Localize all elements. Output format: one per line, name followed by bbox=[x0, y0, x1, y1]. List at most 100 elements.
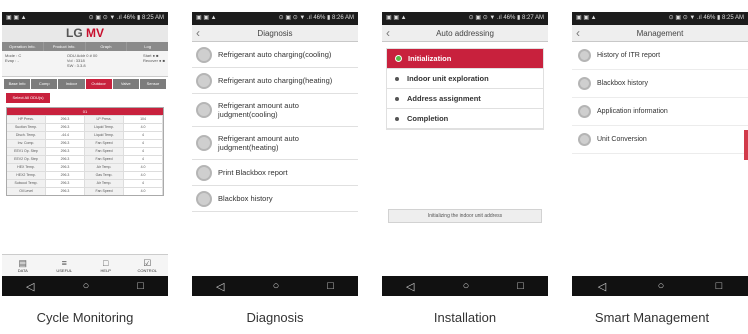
status-icons-left: ▣ ▣ ▲ bbox=[386, 15, 407, 21]
bottom-tab-help[interactable]: □ HELP bbox=[88, 258, 124, 273]
tab-operation-info[interactable]: Operation Info. bbox=[2, 42, 43, 51]
print-icon bbox=[196, 164, 212, 181]
table-row: EEV1 Op. Step 296.3 Fan Speed 4 bbox=[7, 147, 163, 155]
nav-home-icon[interactable]: ○ bbox=[83, 280, 90, 292]
title-bar: ‹ Management bbox=[572, 25, 748, 42]
tab-sensor[interactable]: Sensor bbox=[139, 79, 167, 89]
bottom-tab-data[interactable]: ▤ DATA bbox=[5, 258, 41, 273]
table-row: EEV2 Op. Step 296.3 Fan Speed 4 bbox=[7, 155, 163, 163]
status-bar: ▣ ▣ ▲ ⊙ ▣ ⊙ ▼ .ıl 46% ▮ 8:25 AM bbox=[2, 12, 168, 25]
list-item-judgment-heating[interactable]: Refrigerant amount auto judgment(heating… bbox=[192, 127, 358, 160]
progress-status-text: Initializing the indoor unit address bbox=[388, 209, 542, 223]
nav-recent-icon[interactable]: □ bbox=[327, 280, 334, 292]
list-item-label: History of ITR report bbox=[597, 52, 661, 59]
phone-screen-auto-addressing: ▣ ▣ ▲ ⊙ ▣ ⊙ ▼ .ıl 46% ▮ 8:27 AM ‹ Auto a… bbox=[382, 12, 548, 296]
list-item-label: Refrigerant amount auto judgment(heating… bbox=[218, 134, 299, 152]
bottom-tab-useful[interactable]: ≡ USEFUL bbox=[46, 258, 82, 273]
caption-smart-management: Smart Management bbox=[594, 310, 710, 325]
table-row: HEX2 Temp. 296.3 Gas Temp. 4.0 bbox=[7, 171, 163, 179]
status-icons-left: ▣ ▣ ▲ bbox=[6, 15, 27, 21]
bullet-icon bbox=[395, 116, 399, 121]
page-title: Diagnosis bbox=[257, 29, 293, 38]
refrigerant-icon bbox=[196, 102, 212, 118]
conversion-icon bbox=[578, 133, 591, 146]
status-icons-right: ⊙ ▣ ⊙ ▼ .ıl 46% ▮ 8:25 AM bbox=[668, 15, 744, 21]
phone-screen-management: ▣ ▣ ▲ ⊙ ▣ ⊙ ▼ .ıl 46% ▮ 8:25 AM ‹ Manage… bbox=[572, 12, 748, 296]
tab-indoor[interactable]: Indoor bbox=[58, 79, 85, 89]
summary-unit: ODU Addr 0 # 00 Vol : 3318 SW : 3.3.8 bbox=[66, 53, 98, 68]
tab-outdoor[interactable]: Outdoor bbox=[85, 79, 112, 89]
list-item-label: Application information bbox=[597, 108, 668, 115]
refrigerant-icon bbox=[196, 72, 212, 89]
title-bar: ‹ Diagnosis bbox=[192, 25, 358, 42]
back-arrow-icon[interactable]: ‹ bbox=[576, 25, 580, 42]
lg-multi-v-logo: LG MV bbox=[2, 25, 168, 42]
list-item-itr-history[interactable]: History of ITR report bbox=[572, 42, 748, 70]
tab-product-info[interactable]: Product Info. bbox=[43, 42, 85, 51]
menu-icon: ≡ bbox=[61, 258, 67, 268]
table-row: Oil Level 296.3 Fan Speed 4.0 bbox=[7, 187, 163, 195]
step-indoor-unit-exploration: Indoor unit exploration bbox=[387, 69, 543, 89]
table-row: Inv. Comp. 296.3 Fan Speed 4 bbox=[7, 139, 163, 147]
phone-screen-cycle-monitoring: ▣ ▣ ▲ ⊙ ▣ ⊙ ▼ .ıl 46% ▮ 8:25 AM LG MV Op… bbox=[2, 12, 168, 296]
sub-tabs: Base Info Comp Indoor Outdoor Valve Sens… bbox=[4, 79, 167, 89]
list-item-judgment-cooling[interactable]: Refrigerant amount auto judgment(cooling… bbox=[192, 94, 358, 127]
summary-mode: Mode : C Evap : - bbox=[5, 53, 22, 63]
nav-home-icon[interactable]: ○ bbox=[658, 280, 665, 292]
side-panel-edge bbox=[744, 130, 748, 160]
status-bar: ▣ ▣ ▲ ⊙ ▣ ⊙ ▼ .ıl 46% ▮ 8:27 AM bbox=[382, 12, 548, 25]
bullet-icon bbox=[395, 76, 399, 81]
step-initialization: Initialization bbox=[387, 49, 543, 69]
diagnosis-list: Refrigerant auto charging(cooling) Refri… bbox=[192, 42, 358, 276]
list-item-unit-conversion[interactable]: Unit Conversion bbox=[572, 126, 748, 154]
list-item-label: Blackbox history bbox=[597, 80, 648, 87]
blackbox-icon bbox=[196, 190, 212, 207]
list-item-blackbox-history[interactable]: Blackbox history bbox=[572, 70, 748, 98]
list-item-label: Unit Conversion bbox=[597, 136, 647, 143]
title-bar: ‹ Auto addressing bbox=[382, 25, 548, 42]
logo-lg: LG bbox=[65, 26, 83, 40]
list-item-application-info[interactable]: Application information bbox=[572, 98, 748, 126]
nav-recent-icon[interactable]: □ bbox=[137, 280, 144, 292]
tab-graph[interactable]: Graph bbox=[85, 42, 127, 51]
status-bar: ▣ ▣ ▲ ⊙ ▣ ⊙ ▼ .ıl 46% ▮ 8:25 AM bbox=[572, 12, 748, 25]
list-item-print-blackbox[interactable]: Print Blackbox report bbox=[192, 160, 358, 186]
android-nav-bar: ◁ ○ □ bbox=[572, 276, 748, 296]
logo-mv: MV bbox=[86, 26, 104, 40]
nav-back-icon[interactable]: ◁ bbox=[406, 280, 414, 293]
tab-base-info[interactable]: Base Info bbox=[4, 79, 31, 89]
list-item-blackbox-history[interactable]: Blackbox history bbox=[192, 186, 358, 212]
back-arrow-icon[interactable]: ‹ bbox=[386, 25, 390, 42]
monitoring-table: 01 HP Press. 296.3 LP Press. 104 Suction Te… bbox=[6, 107, 164, 196]
list-item-label: Blackbox history bbox=[218, 194, 273, 203]
android-nav-bar: ◁ ○ □ bbox=[192, 276, 358, 296]
nav-recent-icon[interactable]: □ bbox=[517, 280, 524, 292]
nav-home-icon[interactable]: ○ bbox=[463, 280, 470, 292]
bottom-tab-control[interactable]: ☑ CONTROL bbox=[129, 258, 165, 273]
list-item-label: Refrigerant amount auto judgment(cooling… bbox=[218, 101, 299, 119]
bottom-tab-bar: ▤ DATA ≡ USEFUL □ HELP ☑ CONTROL bbox=[2, 254, 168, 276]
nav-home-icon[interactable]: ○ bbox=[273, 280, 280, 292]
list-item-auto-charging-cooling[interactable]: Refrigerant auto charging(cooling) bbox=[192, 42, 358, 68]
back-arrow-icon[interactable]: ‹ bbox=[196, 25, 200, 42]
select-all-odu-button[interactable]: Select All ODU(s) bbox=[6, 93, 50, 103]
refrigerant-icon bbox=[196, 46, 212, 63]
tab-log[interactable]: Log bbox=[127, 42, 168, 51]
tab-valve[interactable]: Valve bbox=[112, 79, 139, 89]
operation-summary: Mode : C Evap : - ODU Addr 0 # 00 Vol : … bbox=[2, 51, 168, 77]
list-item-label: Refrigerant auto charging(cooling) bbox=[218, 50, 332, 59]
step-completion: Completion bbox=[387, 109, 543, 129]
nav-back-icon[interactable]: ◁ bbox=[216, 280, 224, 293]
nav-back-icon[interactable]: ◁ bbox=[26, 280, 34, 293]
status-icons-left: ▣ ▣ ▲ bbox=[576, 15, 597, 21]
info-icon bbox=[578, 105, 591, 118]
nav-recent-icon[interactable]: □ bbox=[716, 280, 723, 292]
list-item-auto-charging-heating[interactable]: Refrigerant auto charging(heating) bbox=[192, 68, 358, 94]
bottom-tab-label: CONTROL bbox=[137, 268, 158, 273]
report-icon bbox=[578, 49, 591, 62]
tab-comp[interactable]: Comp bbox=[31, 79, 58, 89]
nav-back-icon[interactable]: ◁ bbox=[598, 280, 606, 293]
step-label: Initialization bbox=[408, 54, 452, 63]
caption-cycle-monitoring: Cycle Monitoring bbox=[36, 310, 134, 325]
step-address-assignment: Address assignment bbox=[387, 89, 543, 109]
